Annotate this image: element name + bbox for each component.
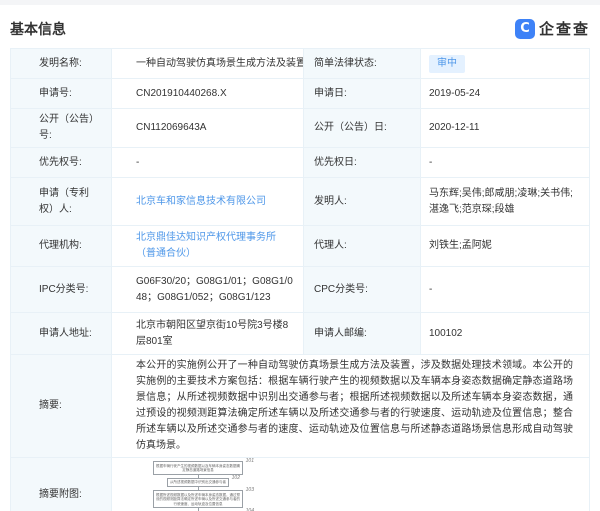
table-row: 代理机构: 北京鼎佳达知识产权代理事务所（普通合伙） 代理人: 刘铁生;孟阿妮	[11, 226, 590, 267]
table-row: 优先权号: - 优先权日: -	[11, 148, 590, 178]
ipc-value: G06F30/20；G08G1/01；G08G1/048；G08G1/052；G…	[112, 267, 304, 313]
qichacha-logo-text: 企查查	[538, 21, 590, 38]
publication-date-label: 公开（公告）日:	[304, 109, 421, 148]
qichacha-logo[interactable]: C 企查查	[514, 18, 590, 39]
status-badge: 审中	[429, 54, 465, 73]
table-row: 申请（专利权）人: 北京车和家信息技术有限公司 发明人: 马东辉;吴伟;郎咸朋;…	[11, 178, 590, 226]
applicant-label: 申请（专利权）人:	[11, 178, 112, 226]
flowchart-step-tag: 103	[245, 487, 254, 494]
applicant-value: 北京车和家信息技术有限公司	[112, 178, 304, 226]
agency-link[interactable]: 北京鼎佳达知识产权代理事务所（普通合伙）	[136, 230, 295, 262]
flowchart-step-tag: 102	[231, 474, 240, 481]
table-row: 申请人地址: 北京市朝阳区望京街10号院3号楼8层801室 申请人邮编: 100…	[11, 313, 590, 355]
panel-header: 基本信息 C 企查查	[0, 5, 600, 48]
basic-info-table: 发明名称: 一种自动驾驶仿真场景生成方法及装置 简单法律状态: 审中 申请号: …	[10, 48, 590, 511]
inventors-value: 马东辉;吴伟;郎咸朋;凌琳;关书伟;湛逸飞;范京琛;段雄	[421, 178, 590, 226]
abstract-value: 本公开的实施例公开了一种自动驾驶仿真场景生成方法及装置，涉及数据处理技术领域。本…	[112, 355, 590, 458]
table-row: IPC分类号: G06F30/20；G08G1/01；G08G1/048；G08…	[11, 267, 590, 313]
flowchart-step-box: 从所述视频数据中识别出交通参与者 102	[167, 475, 240, 488]
agents-value: 刘铁生;孟阿妮	[421, 226, 590, 267]
application-date-value: 2019-05-24	[421, 79, 590, 109]
inventors-label: 发明人:	[304, 178, 421, 226]
agency-label: 代理机构:	[11, 226, 112, 267]
cpc-value: -	[421, 267, 590, 313]
table-row: 申请号: CN201910440268.X 申请日: 2019-05-24	[11, 79, 590, 109]
table-row: 摘要: 本公开的实施例公开了一种自动驾驶仿真场景生成方法及装置，涉及数据处理技术…	[11, 355, 590, 458]
publication-no-value: CN112069643A	[112, 109, 304, 148]
agents-label: 代理人:	[304, 226, 421, 267]
agency-value: 北京鼎佳达知识产权代理事务所（普通合伙）	[112, 226, 304, 267]
applicant-link[interactable]: 北京车和家信息技术有限公司	[136, 194, 266, 210]
application-no-value: CN201910440268.X	[112, 79, 304, 109]
flowchart-step-box: 根据所述视频数据以及所述车辆本身姿态数据，通过预设的视频测距算法确定所述车辆以及…	[153, 487, 254, 509]
legal-status-label: 简单法律状态:	[304, 49, 421, 79]
applicant-zip-value: 100102	[421, 313, 590, 355]
application-no-label: 申请号:	[11, 79, 112, 109]
flowchart-step-text: 从所述视频数据中识别出交通参与者	[170, 480, 226, 485]
application-date-label: 申请日:	[304, 79, 421, 109]
flowchart-step-text: 根据车辆行驶产生的视频数据以及车辆本身姿态数据确定静态道路场景信息	[156, 463, 240, 472]
qichacha-icon: C	[514, 18, 535, 39]
invention-name-value: 一种自动驾驶仿真场景生成方法及装置	[112, 49, 304, 79]
table-row: 公开（公告）号: CN112069643A 公开（公告）日: 2020-12-1…	[11, 109, 590, 148]
abstract-figure-value: 根据车辆行驶产生的视频数据以及车辆本身姿态数据确定静态道路场景信息 101 从所…	[112, 458, 590, 511]
abstract-figure-label: 摘要附图:	[11, 458, 112, 511]
priority-no-value: -	[112, 148, 304, 178]
applicant-address-label: 申请人地址:	[11, 313, 112, 355]
abstract-figure-flowchart: 根据车辆行驶产生的视频数据以及车辆本身姿态数据确定静态道路场景信息 101 从所…	[152, 458, 254, 511]
invention-name-label: 发明名称:	[11, 49, 112, 79]
priority-no-label: 优先权号:	[11, 148, 112, 178]
applicant-address-value: 北京市朝阳区望京街10号院3号楼8层801室	[112, 313, 304, 355]
table-row: 发明名称: 一种自动驾驶仿真场景生成方法及装置 简单法律状态: 审中	[11, 49, 590, 79]
applicant-zip-label: 申请人邮编:	[304, 313, 421, 355]
cpc-label: CPC分类号:	[304, 267, 421, 313]
publication-date-value: 2020-12-11	[421, 109, 590, 148]
ipc-label: IPC分类号:	[11, 267, 112, 313]
priority-date-value: -	[421, 148, 590, 178]
flowchart-step-text: 根据所述视频数据以及所述车辆本身姿态数据，通过预设的视频测距算法确定所述车辆以及…	[156, 492, 240, 506]
priority-date-label: 优先权日:	[304, 148, 421, 178]
legal-status-value: 审中	[421, 49, 590, 79]
flowchart-step-tag: 101	[245, 458, 254, 464]
page-title: 基本信息	[10, 20, 66, 37]
abstract-label: 摘要:	[11, 355, 112, 458]
flowchart-step-box: 根据车辆行驶产生的视频数据以及车辆本身姿态数据确定静态道路场景信息 101	[153, 458, 254, 475]
publication-no-label: 公开（公告）号:	[11, 109, 112, 148]
table-row: 摘要附图: 根据车辆行驶产生的视频数据以及车辆本身姿态数据确定静态道路场景信息 …	[11, 458, 590, 511]
